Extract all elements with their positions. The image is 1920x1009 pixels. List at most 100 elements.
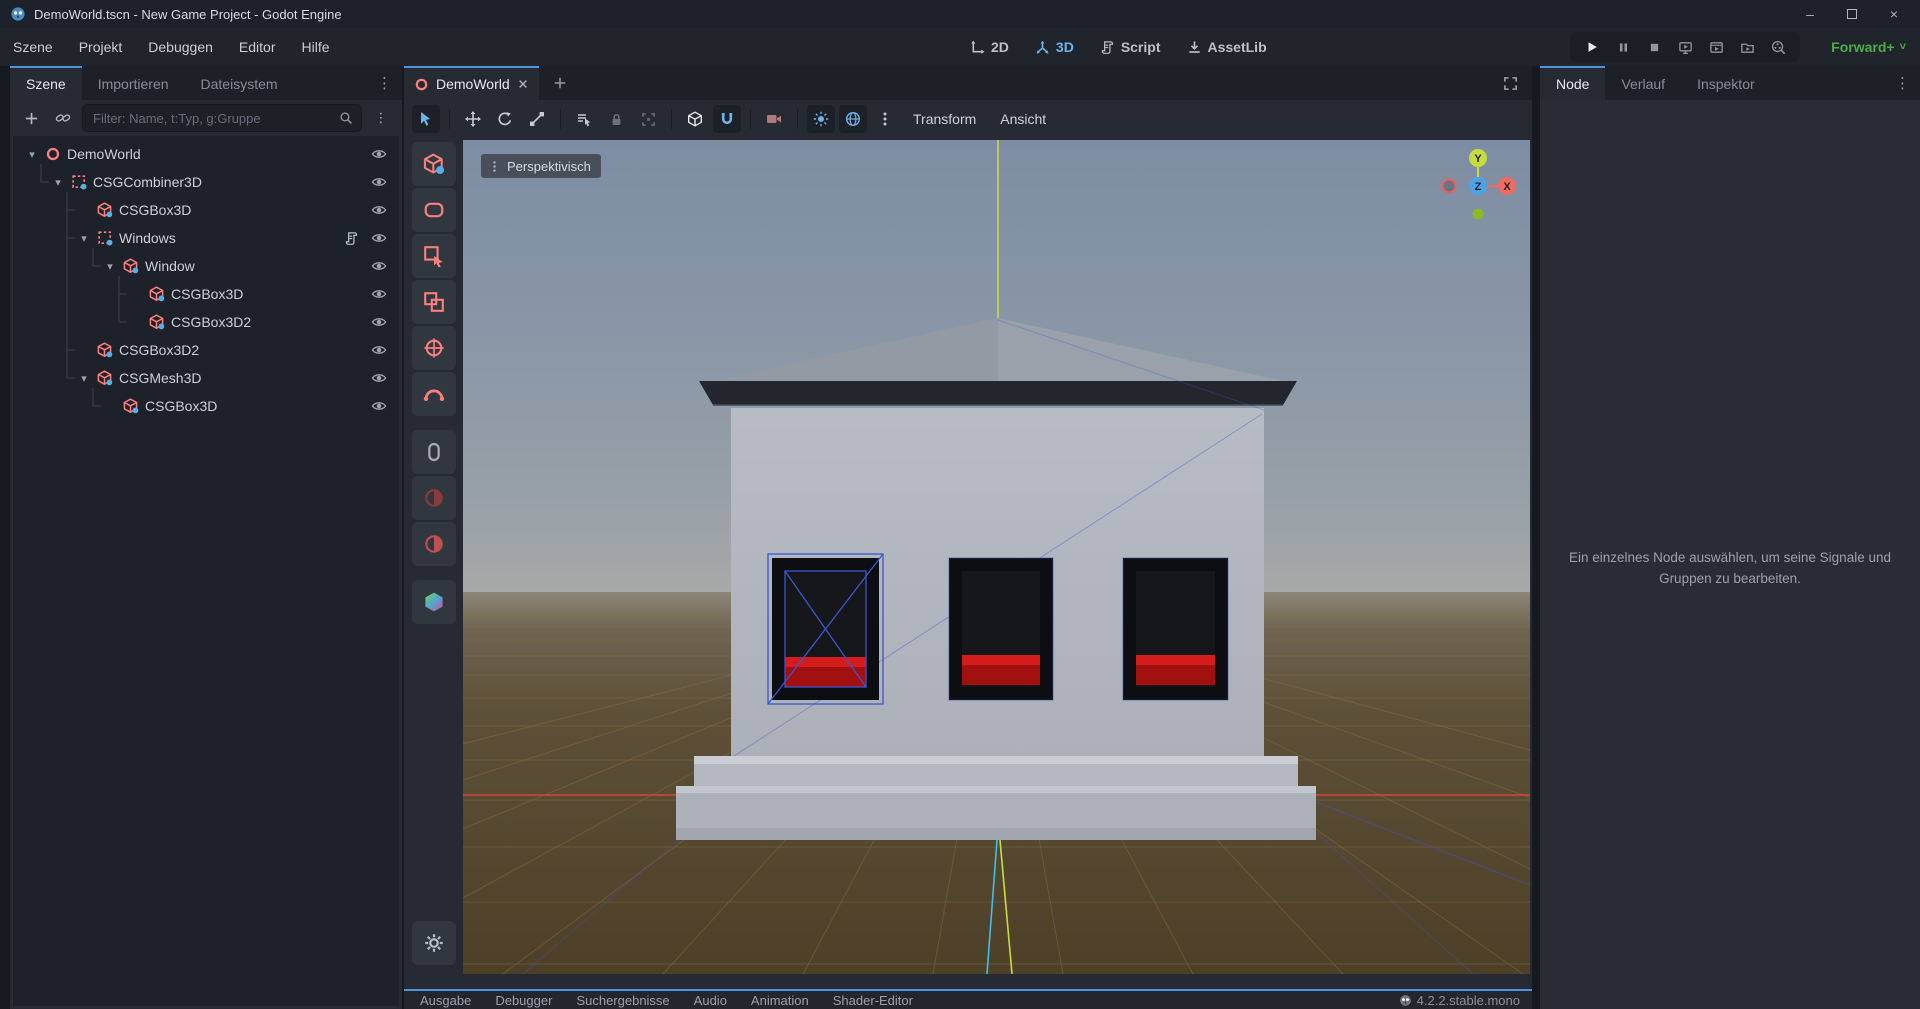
tree-row-csgbox3d[interactable]: CSGBox3D [13,280,399,308]
chevron-down-icon[interactable]: ▾ [77,232,91,245]
add-node-button[interactable] [18,105,44,131]
contrast-tool-button[interactable] [412,476,456,520]
scale-tool-button[interactable] [523,105,551,133]
workspace-2d-button[interactable]: 2D [962,35,1017,59]
tree-row-csgcombiner3d[interactable]: ▾ CSGCombiner3D [13,168,399,196]
material-tool-button[interactable] [412,580,456,624]
visibility-eye-icon[interactable] [367,338,391,362]
visibility-eye-icon[interactable] [367,226,391,250]
scene-tree-menu-icon[interactable]: ⋮ [368,105,394,131]
visibility-eye-icon[interactable] [367,170,391,194]
chevron-down-icon[interactable]: ▾ [51,176,65,189]
window-title: DemoWorld.tscn - New Game Project - Godo… [34,7,342,22]
minimize-button[interactable]: – [1802,6,1818,22]
csg-combine-tool-button[interactable] [412,280,456,324]
perspective-menu-button[interactable]: Perspektivisch [481,154,601,178]
tree-row-csgbox3d2[interactable]: CSGBox3D2 [13,308,399,336]
play-custom-scene-button[interactable] [1735,35,1759,59]
visibility-eye-icon[interactable] [367,254,391,278]
tab-verlauf[interactable]: Verlauf [1605,66,1681,100]
ansicht-menu[interactable]: Ansicht [990,111,1056,127]
tree-row-window[interactable]: ▾ Window [13,252,399,280]
tab-szene[interactable]: Szene [10,66,82,100]
contrast-alt-tool-button[interactable] [412,522,456,566]
chevron-down-icon[interactable]: ▾ [25,148,39,161]
list-select-tool-button[interactable] [570,105,598,133]
scene-tab-demoworld[interactable]: DemoWorld [404,66,539,100]
local-space-button[interactable] [681,105,709,133]
tab-node[interactable]: Node [1540,66,1605,100]
bottom-tab-ausgabe[interactable]: Ausgabe [410,993,481,1008]
menu-projekt[interactable]: Projekt [66,28,136,66]
menu-hilfe[interactable]: Hilfe [288,28,342,66]
visibility-eye-icon[interactable] [367,310,391,334]
script-badge-icon[interactable] [341,228,361,248]
tree-row-csgbox3d[interactable]: CSGBox3D [13,196,399,224]
scene-tree: ▾ DemoWorld ▾ CSGCombiner3D CSGBox3D ▾ [13,136,399,1006]
close-tab-icon[interactable] [517,78,529,90]
lock-node-button[interactable] [602,105,630,133]
pause-button[interactable] [1611,35,1635,59]
bottom-tab-suchergebnisse[interactable]: Suchergebnisse [566,993,679,1008]
preview-environment-button[interactable] [839,105,867,133]
bottom-tab-animation[interactable]: Animation [741,993,819,1008]
visibility-eye-icon[interactable] [367,282,391,306]
viewport-3d[interactable]: Perspektivisch Y Z X [463,140,1530,974]
camera-preview-button[interactable] [760,105,788,133]
movie-maker-button[interactable] [1766,35,1790,59]
tree-row-windows[interactable]: ▾ Windows [13,224,399,252]
tree-row-csgmesh3d[interactable]: ▾ CSGMesh3D [13,364,399,392]
chevron-down-icon[interactable]: ▾ [103,260,117,273]
visibility-eye-icon[interactable] [367,198,391,222]
capsule-tool-button[interactable] [412,430,456,474]
preview-sunlight-button[interactable] [807,105,835,133]
maximize-button[interactable] [1844,6,1860,22]
visibility-eye-icon[interactable] [367,366,391,390]
view-axis-gizmo[interactable]: Y Z X [1423,148,1530,238]
renderer-selector[interactable]: Forward+ ˅ [1831,28,1906,66]
csg-sphere-tool-button[interactable] [412,326,456,370]
transform-menu[interactable]: Transform [903,111,986,127]
close-button[interactable]: × [1886,6,1902,22]
tab-inspektor[interactable]: Inspektor [1681,66,1771,100]
workspace-script-button[interactable]: Script [1092,35,1169,59]
bottom-tab-shader-editor[interactable]: Shader-Editor [823,993,923,1008]
tab-dateisystem[interactable]: Dateisystem [185,66,294,100]
move-tool-button[interactable] [459,105,487,133]
menu-debuggen[interactable]: Debuggen [135,28,226,66]
chevron-down-icon[interactable]: ▾ [77,372,91,385]
play-scene-button[interactable] [1704,35,1728,59]
csg-box-tool-button[interactable] [412,142,456,186]
menu-editor[interactable]: Editor [226,28,289,66]
csg-draw-box-tool-button[interactable] [412,234,456,278]
tool-settings-gear-button[interactable] [412,921,456,965]
workspace-3d-button[interactable]: 3D [1027,35,1082,59]
bottom-tab-audio[interactable]: Audio [684,993,737,1008]
tab-importieren[interactable]: Importieren [82,66,185,100]
instance-scene-button[interactable] [50,105,76,131]
left-dock-menu-icon[interactable]: ⋮ [367,74,402,92]
titlebar: DemoWorld.tscn - New Game Project - Godo… [0,0,1920,28]
play-button[interactable] [1580,35,1604,59]
workspace-assetlib-button[interactable]: AssetLib [1179,35,1275,59]
remote-debug-button[interactable] [1673,35,1697,59]
visibility-eye-icon[interactable] [367,394,391,418]
tree-row-csgbox3d2[interactable]: CSGBox3D2 [13,336,399,364]
snap-toggle-button[interactable] [713,105,741,133]
csg-arc-tool-button[interactable] [412,372,456,416]
preview-options-menu-icon[interactable] [871,105,899,133]
visibility-eye-icon[interactable] [367,142,391,166]
select-tool-button[interactable] [412,105,440,133]
stop-button[interactable] [1642,35,1666,59]
scene-filter-input[interactable] [91,110,339,127]
tree-row-csgbox3d[interactable]: CSGBox3D [13,392,399,420]
bottom-tab-debugger[interactable]: Debugger [485,993,562,1008]
csg-rounded-box-tool-button[interactable] [412,188,456,232]
tree-row-demoworld[interactable]: ▾ DemoWorld [13,140,399,168]
menu-szene[interactable]: Szene [0,28,66,66]
expand-viewport-icon[interactable] [1493,76,1532,91]
new-scene-tab-button[interactable] [547,70,573,96]
group-node-button[interactable] [634,105,662,133]
rotate-tool-button[interactable] [491,105,519,133]
right-dock-menu-icon[interactable]: ⋮ [1885,74,1920,92]
